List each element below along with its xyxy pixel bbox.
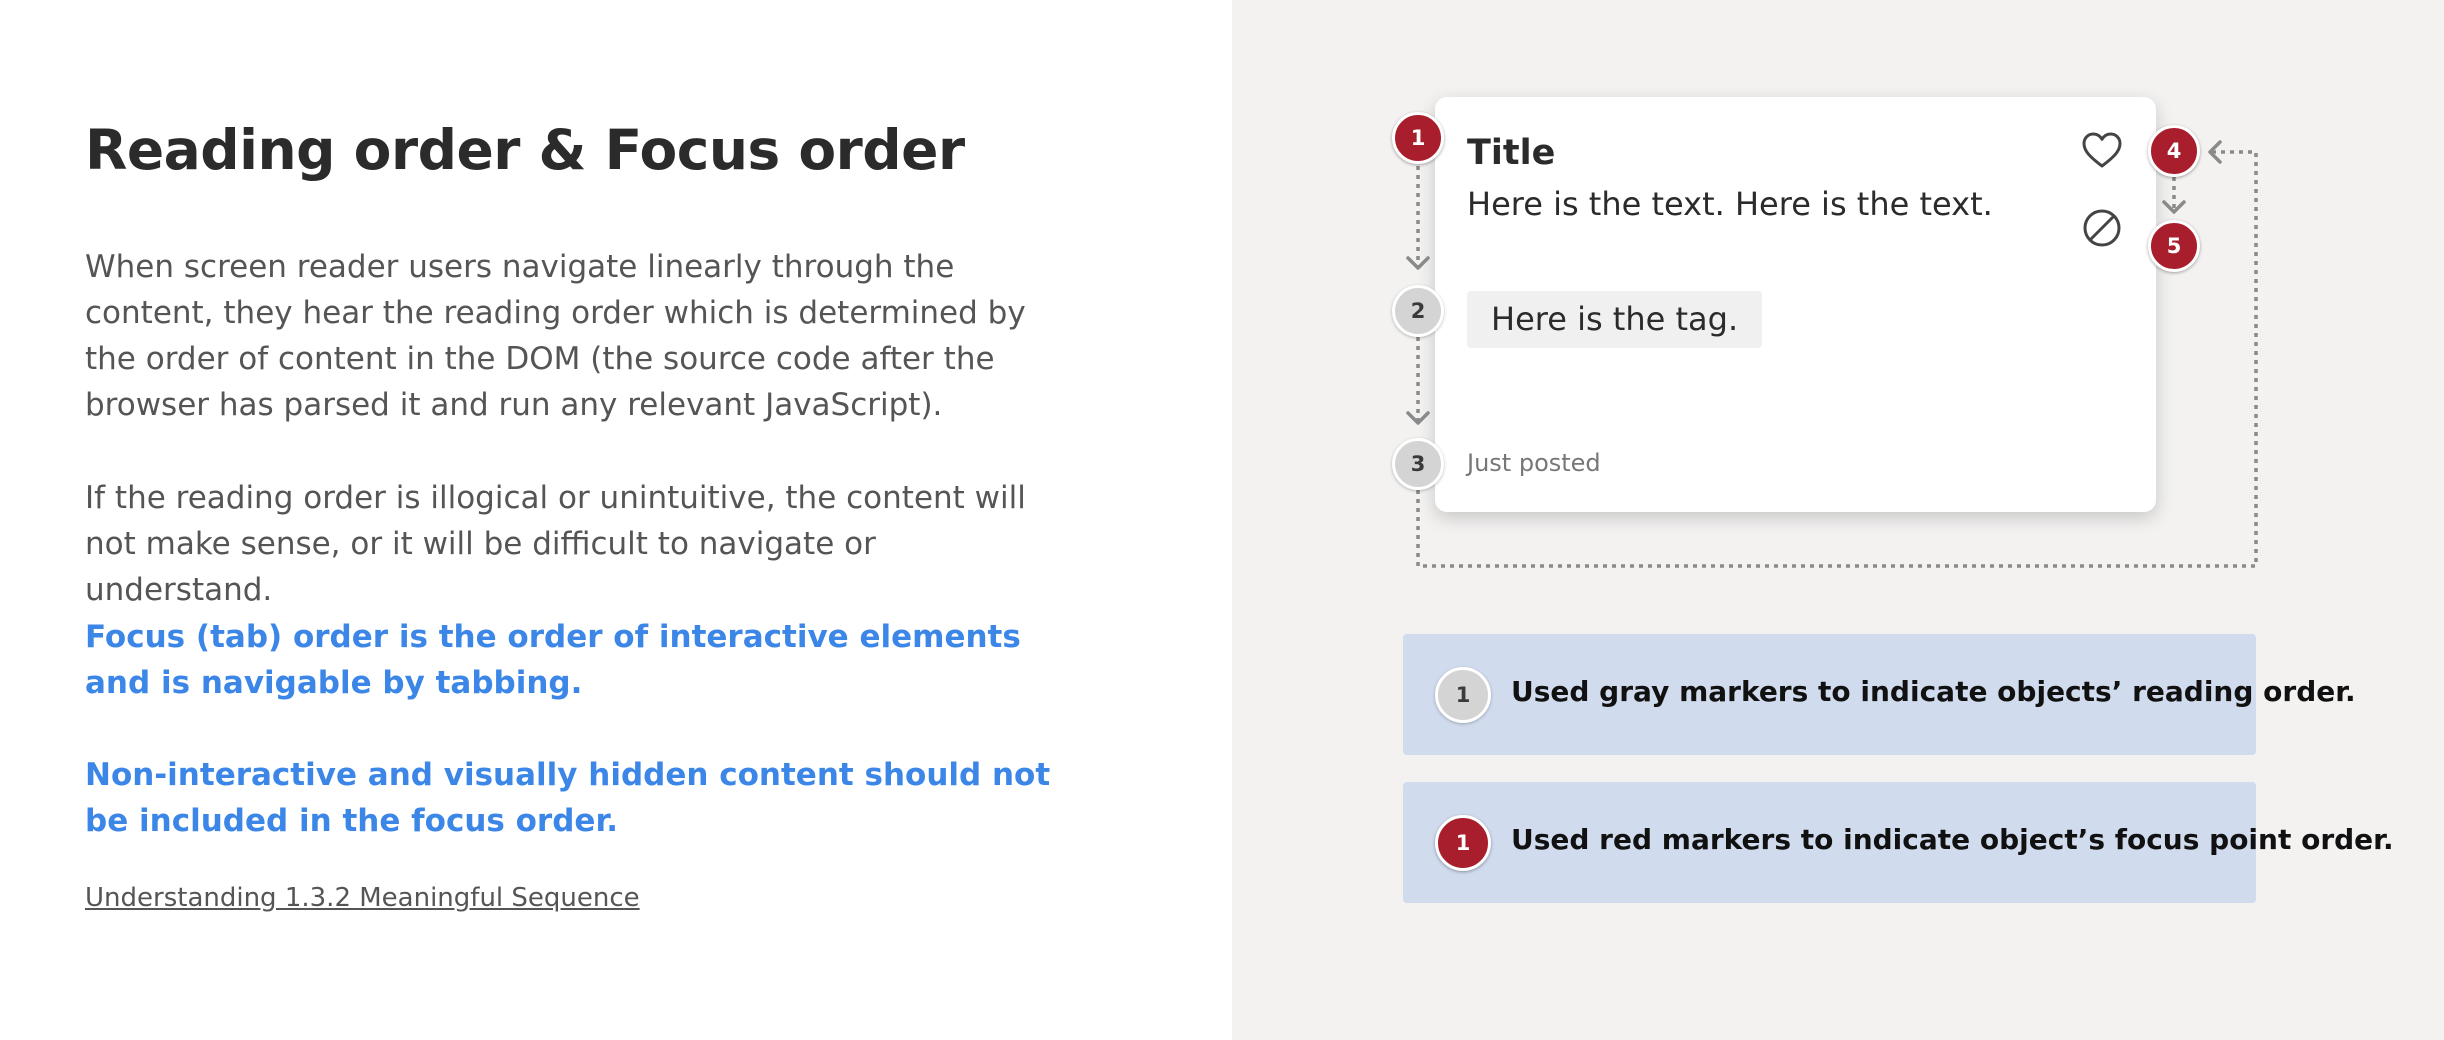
legend-reading-text: Used gray markers to indicate objects’ r… xyxy=(1511,675,2356,708)
focus-marker-5: 5 xyxy=(2148,220,2200,272)
focus-marker-1: 1 xyxy=(1392,112,1444,164)
focus-order-highlight: Focus (tab) order is the order of intera… xyxy=(85,619,1021,701)
card-text: Here is the text. Here is the text. xyxy=(1467,185,1993,223)
legend-gray-marker: 1 xyxy=(1435,667,1491,723)
card-tag: Here is the tag. xyxy=(1467,291,1763,348)
card-title: Title xyxy=(1467,133,1556,173)
block-icon[interactable] xyxy=(2080,206,2124,250)
focus-marker-4: 4 xyxy=(2148,125,2200,177)
example-card: Title Here is the text. Here is the text… xyxy=(1435,97,2156,512)
card-timestamp: Just posted xyxy=(1467,449,1601,477)
reading-marker-3: 3 xyxy=(1392,438,1444,490)
hidden-content-highlight: Non-interactive and visually hidden cont… xyxy=(85,757,1051,839)
legend-reading-order: 1 Used gray markers to indicate objects’… xyxy=(1403,634,2356,755)
heart-icon[interactable] xyxy=(2080,129,2124,173)
legend-red-marker: 1 xyxy=(1435,815,1491,871)
description-panel: Reading order & Focus order When screen … xyxy=(0,0,1232,1040)
legend-focus-text: Used red markers to indicate object’s fo… xyxy=(1511,823,2394,856)
reading-marker-2: 2 xyxy=(1392,285,1444,337)
legend-focus-order: 1 Used red markers to indicate object’s … xyxy=(1403,782,2394,903)
illogical-order-paragraph: If the reading order is illogical or uni… xyxy=(85,480,1026,608)
reading-order-paragraph: When screen reader users navigate linear… xyxy=(85,249,1026,423)
page-title: Reading order & Focus order xyxy=(85,118,965,182)
meaningful-sequence-link[interactable]: Understanding 1.3.2 Meaningful Sequence xyxy=(85,883,640,913)
